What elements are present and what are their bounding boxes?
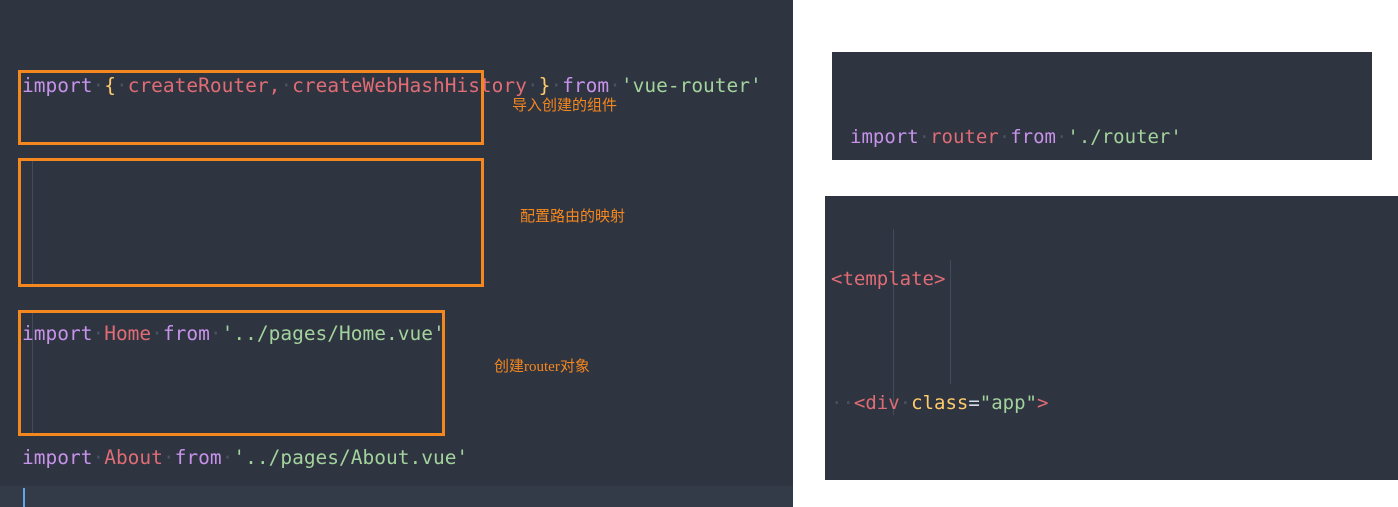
space-dot: · [162,446,175,469]
space-dot: · [280,74,293,97]
token-keyword-import: import [850,126,919,148]
token-keyword-import: import [22,322,93,345]
template-code-block[interactable]: <template> ··<div·class="app"> ····<p> ·… [831,202,1384,480]
annotation-label-router-suffix: 对象 [559,358,590,375]
router-editor-panel[interactable]: import·{·createRouter,·createWebHashHist… [0,0,793,507]
space-dot: · [918,126,931,148]
code-line: import·About·from·'../pages/About.vue' [22,442,762,473]
token-keyword-from: from [1010,126,1056,148]
space-dot: · [209,322,222,345]
space-dot: · [998,126,1011,148]
space-dot: · [899,392,912,414]
code-line: import·router·from·'./router' [850,122,1308,153]
attr-value-app: "app" [979,392,1037,414]
router-code-block[interactable]: import·{·createRouter,·createWebHashHist… [22,8,762,507]
code-line: <template> [831,264,1384,295]
annotation-label-router: 创建router对象 [494,355,590,376]
token-comma: , [268,74,281,97]
token-string-router-path: './router' [1067,126,1182,148]
annotation-label-imports: 导入创建的组件 [512,97,618,114]
main-code-block[interactable]: import·router·from·'./router' createApp(… [850,60,1308,160]
token-brace-open: { [104,74,116,97]
token-keyword-import: import [22,74,93,97]
code-line: ··<div·class="app"> [831,388,1384,419]
main-js-panel[interactable]: import·router·from·'./router' createApp(… [832,52,1372,160]
attr-class: class [911,392,969,414]
current-line-highlight [0,486,793,507]
text-caret [23,488,25,507]
code-line: import·{·createRouter,·createWebHashHist… [22,70,762,101]
space-dot: · [221,446,234,469]
tag-div-open: <div [853,392,900,414]
token-router: router [930,126,999,148]
space-dot: · [115,74,128,97]
token-about: About [104,446,163,469]
space-dot: · [92,446,105,469]
annotation-label-routes: 配置路由的映射 [520,208,626,225]
tag-template-open: <template> [831,268,946,290]
space-dot: · [92,74,105,97]
token-equals: = [968,392,980,414]
token-createwebhashhistory: createWebHashHistory [292,74,527,97]
annotation-label-router-mono: router [524,359,560,375]
token-keyword-import: import [22,446,93,469]
token-string-vue-router: 'vue-router' [620,74,762,97]
code-line: import·Home·from·'../pages/Home.vue' [22,318,762,349]
token-keyword-from: from [174,446,222,469]
token-createrouter: createRouter [127,74,269,97]
space-dot: · [1055,126,1068,148]
token-keyword-from: from [162,322,210,345]
token-string-about-path: '../pages/About.vue' [233,446,469,469]
space-dot: ·· [831,392,854,414]
token-string-home-path: '../pages/Home.vue' [221,322,445,345]
tag-close-bracket: > [1036,392,1049,414]
annotation-label-router-prefix: 创建 [494,358,525,375]
space-dot: · [151,322,163,345]
space-dot: · [92,322,105,345]
app-vue-template-panel[interactable]: <template> ··<div·class="app"> ····<p> ·… [825,196,1398,480]
token-home: Home [104,322,152,345]
